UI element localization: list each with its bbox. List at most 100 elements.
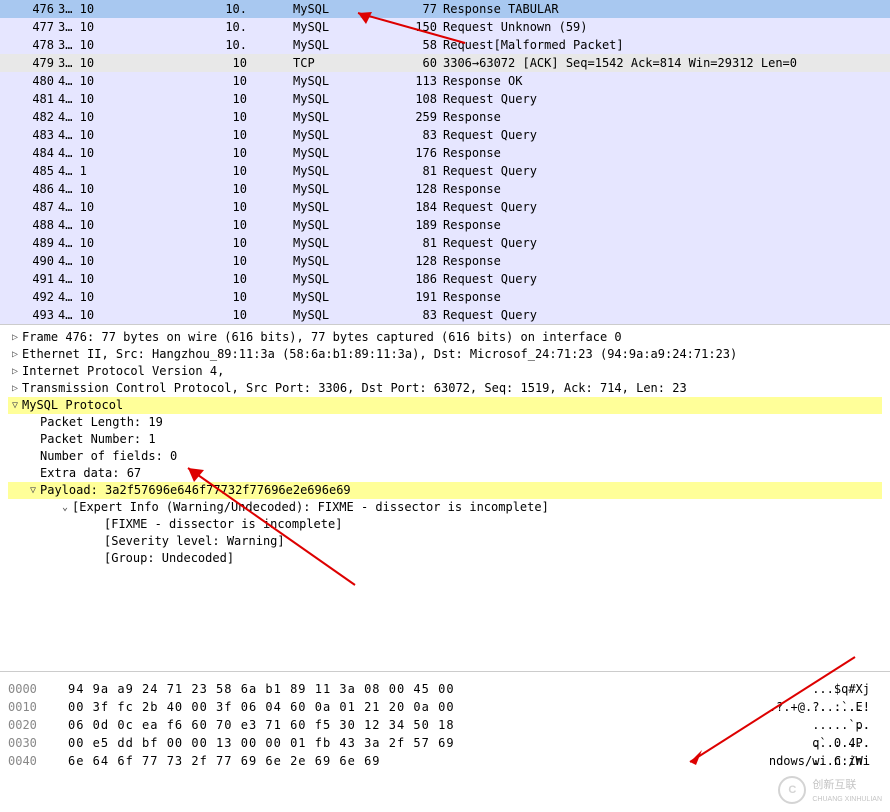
col-length: 113: [393, 72, 443, 90]
packet-row[interactable]: 4814… 1010MySQL108 Request Query: [0, 90, 890, 108]
col-spacer: [108, 198, 203, 216]
collapse-icon[interactable]: ⌄: [58, 499, 72, 516]
col-protocol: MySQL: [293, 108, 393, 126]
hex-row[interactable]: 002006 0d 0c ea f6 60 70 e3 71 60 f5 30 …: [8, 716, 882, 734]
tree-tcp[interactable]: ▷Transmission Control Protocol, Src Port…: [8, 380, 882, 397]
col-src: 10: [203, 198, 253, 216]
packet-row[interactable]: 4894… 1010MySQL81 Request Query: [0, 234, 890, 252]
col-info: Request Query: [443, 270, 890, 288]
packet-details[interactable]: ▷Frame 476: 77 bytes on wire (616 bits),…: [0, 325, 890, 672]
expand-icon[interactable]: ▷: [8, 363, 22, 380]
col-no: 480: [0, 72, 58, 90]
hex-offset: 0020: [8, 716, 68, 734]
col-protocol: MySQL: [293, 162, 393, 180]
col-info: Response: [443, 180, 890, 198]
col-info: Response OK: [443, 72, 890, 90]
tree-payload[interactable]: ▽Payload: 3a2f57696e646f77732f77696e2e69…: [8, 482, 882, 499]
packet-row[interactable]: 4924… 1010MySQL191 Response: [0, 288, 890, 306]
tree-frame[interactable]: ▷Frame 476: 77 bytes on wire (616 bits),…: [8, 329, 882, 346]
col-protocol: MySQL: [293, 198, 393, 216]
packet-row[interactable]: 4914… 1010MySQL186 Request Query: [0, 270, 890, 288]
col-time: 3… 10: [58, 36, 108, 54]
packet-row[interactable]: 4864… 1010MySQL128 Response: [0, 180, 890, 198]
col-spacer: [108, 36, 203, 54]
col-protocol: MySQL: [293, 36, 393, 54]
col-length: 150: [393, 18, 443, 36]
tree-ethernet[interactable]: ▷Ethernet II, Src: Hangzhou_89:11:3a (58…: [8, 346, 882, 363]
hex-row[interactable]: 00406e 64 6f 77 73 2f 77 69 6e 2e 69 6e …: [8, 752, 882, 770]
tree-ip[interactable]: ▷Internet Protocol Version 4,: [8, 363, 882, 380]
packet-row[interactable]: 4874… 1010MySQL184 Request Query: [0, 198, 890, 216]
packet-row[interactable]: 4854… 110MySQL81 Request Query: [0, 162, 890, 180]
packet-row[interactable]: 4783… 1010.MySQL58 Request[Malformed Pac…: [0, 36, 890, 54]
packet-list[interactable]: 4763… 1010.MySQL77 Response TABULAR4773……: [0, 0, 890, 325]
packet-row[interactable]: 4934… 1010MySQL83 Request Query: [0, 306, 890, 324]
packet-row[interactable]: 4824… 1010MySQL259 Response: [0, 108, 890, 126]
hex-ascii: ........ ...C:/Wi: [748, 734, 882, 752]
col-spacer: [108, 90, 203, 108]
col-no: 476: [0, 0, 58, 18]
hex-offset: 0030: [8, 734, 68, 752]
col-spacer: [253, 162, 293, 180]
hex-dump[interactable]: 000094 9a a9 24 71 23 58 6a b1 89 11 3a …: [0, 672, 890, 812]
expand-icon[interactable]: ▷: [8, 329, 22, 346]
col-spacer: [253, 306, 293, 324]
col-protocol: MySQL: [293, 216, 393, 234]
hex-row[interactable]: 001000 3f fc 2b 40 00 3f 06 04 60 0a 01 …: [8, 698, 882, 716]
expand-icon[interactable]: ▷: [8, 380, 22, 397]
col-length: 58: [393, 36, 443, 54]
packet-row[interactable]: 4804… 1010MySQL113 Response OK: [0, 72, 890, 90]
col-time: 3… 10: [58, 0, 108, 18]
col-src: 10.: [203, 0, 253, 18]
col-src: 10: [203, 252, 253, 270]
packet-row[interactable]: 4773… 1010.MySQL150 Request Unknown (59): [0, 18, 890, 36]
col-spacer: [108, 144, 203, 162]
col-spacer: [108, 162, 203, 180]
packet-row[interactable]: 4844… 1010MySQL176 Response: [0, 144, 890, 162]
col-no: 483: [0, 126, 58, 144]
tree-label: [Group: Undecoded]: [104, 550, 234, 567]
col-length: 191: [393, 288, 443, 306]
col-length: 83: [393, 126, 443, 144]
packet-row[interactable]: 4884… 1010MySQL189 Response: [0, 216, 890, 234]
hex-bytes: 00 3f fc 2b 40 00 3f 06 04 60 0a 01 21 2…: [68, 698, 488, 716]
col-src: 10: [203, 126, 253, 144]
col-no: 484: [0, 144, 58, 162]
tree-fixme[interactable]: [FIXME - dissector is incomplete]: [8, 516, 882, 533]
packet-row[interactable]: 4793… 1010TCP60 3306→63072 [ACK] Seq=154…: [0, 54, 890, 72]
col-no: 479: [0, 54, 58, 72]
col-length: 186: [393, 270, 443, 288]
tree-severity[interactable]: [Severity level: Warning]: [8, 533, 882, 550]
tree-mysql[interactable]: ▽MySQL Protocol: [8, 397, 882, 414]
tree-packet-number[interactable]: Packet Number: 1: [8, 431, 882, 448]
tree-expert-info[interactable]: ⌄[Expert Info (Warning/Undecoded): FIXME…: [8, 499, 882, 516]
tree-label: Packet Length: 19: [40, 414, 163, 431]
col-src: 10: [203, 216, 253, 234]
col-spacer: [253, 90, 293, 108]
col-info: Response: [443, 216, 890, 234]
col-no: 485: [0, 162, 58, 180]
expand-icon[interactable]: ▷: [8, 346, 22, 363]
packet-row[interactable]: 4904… 1010MySQL128 Response: [0, 252, 890, 270]
col-src: 10: [203, 270, 253, 288]
hex-row[interactable]: 003000 e5 dd bf 00 00 13 00 00 01 fb 43 …: [8, 734, 882, 752]
col-info: Request Query: [443, 126, 890, 144]
tree-packet-length[interactable]: Packet Length: 19: [8, 414, 882, 431]
packet-row[interactable]: 4834… 1010MySQL83 Request Query: [0, 126, 890, 144]
tree-label: MySQL Protocol: [22, 397, 123, 414]
hex-row[interactable]: 000094 9a a9 24 71 23 58 6a b1 89 11 3a …: [8, 680, 882, 698]
tree-group[interactable]: [Group: Undecoded]: [8, 550, 882, 567]
collapse-icon[interactable]: ▽: [26, 482, 40, 499]
col-no: 482: [0, 108, 58, 126]
hex-bytes: 94 9a a9 24 71 23 58 6a b1 89 11 3a 08 0…: [68, 680, 488, 698]
col-time: 3… 10: [58, 54, 108, 72]
col-length: 128: [393, 180, 443, 198]
packet-row[interactable]: 4763… 1010.MySQL77 Response TABULAR: [0, 0, 890, 18]
collapse-icon[interactable]: ▽: [8, 397, 22, 414]
tree-extra-data[interactable]: Extra data: 67: [8, 465, 882, 482]
col-no: 487: [0, 198, 58, 216]
col-length: 259: [393, 108, 443, 126]
col-spacer: [253, 198, 293, 216]
col-spacer: [253, 72, 293, 90]
tree-num-fields[interactable]: Number of fields: 0: [8, 448, 882, 465]
